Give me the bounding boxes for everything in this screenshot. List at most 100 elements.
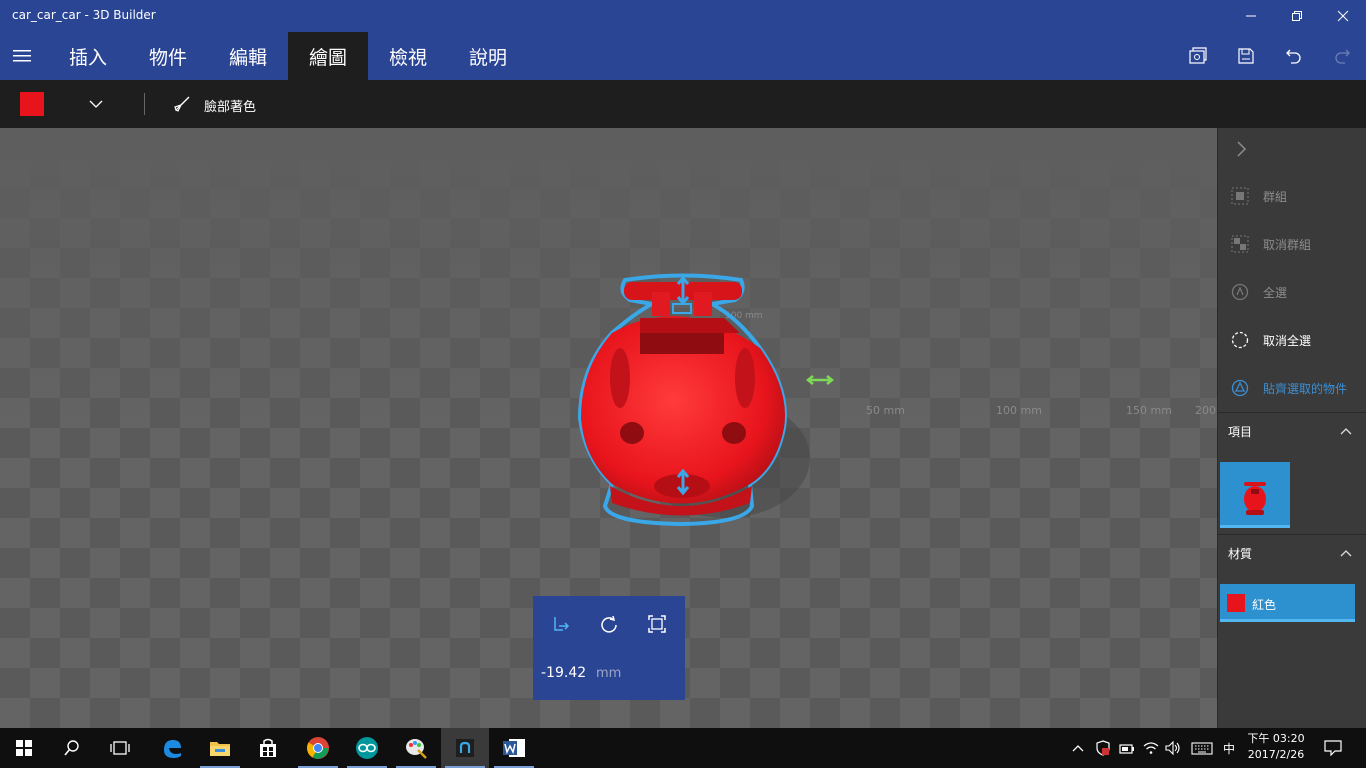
paint-button[interactable] — [392, 728, 440, 768]
face-paint-button[interactable] — [170, 92, 194, 116]
file-explorer-button[interactable] — [196, 728, 244, 768]
window-title: car_car_car - 3D Builder — [12, 8, 156, 22]
restore-button[interactable] — [1274, 0, 1320, 32]
items-section-header[interactable]: 項目 — [1218, 412, 1366, 448]
paint-icon — [406, 739, 427, 759]
close-icon — [1337, 10, 1349, 22]
deselect-all-command[interactable]: 取消全選 — [1218, 320, 1366, 360]
deselect-all-label: 取消全選 — [1263, 334, 1312, 348]
undo-button[interactable] — [1270, 32, 1318, 80]
arduino-button[interactable] — [343, 728, 391, 768]
select-all-icon — [1231, 283, 1249, 301]
snap-selected-label: 貼齊選取的物件 — [1263, 382, 1348, 396]
rotate-icon — [601, 615, 617, 633]
grid-label: 200 mm — [1195, 404, 1217, 417]
cockpit-rim — [640, 318, 740, 333]
side-scoop-left — [610, 348, 630, 408]
material-item-red[interactable]: 紅色 — [1220, 584, 1355, 622]
edge-icon — [164, 740, 181, 758]
collapse-panel-button[interactable] — [1230, 138, 1252, 160]
shield-icon — [1096, 740, 1110, 756]
minimize-button[interactable] — [1228, 0, 1274, 32]
move-value-input[interactable]: -19.42 — [541, 665, 586, 681]
materials-section-header[interactable]: 材質 — [1218, 534, 1366, 570]
title-bar: car_car_car - 3D Builder — [0, 0, 1366, 32]
volume-tray-button[interactable] — [1162, 728, 1184, 768]
defender-tray-button[interactable] — [1092, 728, 1114, 768]
save-button[interactable] — [1222, 32, 1270, 80]
tab-view[interactable]: 檢視 — [368, 32, 448, 80]
show-hidden-icons-button[interactable] — [1068, 728, 1088, 768]
toolbar-divider — [144, 93, 145, 115]
action-center-button[interactable] — [1318, 728, 1348, 768]
transform-panel: -19.42 mm — [533, 596, 685, 700]
ungroup-label: 取消群組 — [1263, 238, 1312, 252]
items-title: 項目 — [1228, 425, 1253, 439]
material-swatch — [1227, 594, 1245, 612]
rotate-button[interactable] — [597, 612, 621, 636]
ime-indicator[interactable]: 中 — [1218, 728, 1240, 768]
store-button[interactable] — [244, 728, 292, 768]
redo-icon — [1335, 49, 1350, 64]
volume-icon — [1165, 741, 1180, 755]
scale-button[interactable] — [645, 612, 669, 636]
close-button[interactable] — [1320, 0, 1366, 32]
store-icon — [260, 738, 276, 757]
edge-button[interactable] — [148, 728, 196, 768]
chevron-up-icon — [1340, 428, 1352, 435]
tab-help[interactable]: 說明 — [448, 32, 528, 80]
snap-icon — [1231, 379, 1249, 397]
move-button[interactable] — [549, 612, 573, 636]
right-panel: 群組 取消群組 全選 取消全選 貼齊選取的物件 項目 材質 紅色 — [1217, 128, 1366, 728]
start-icon — [16, 740, 32, 756]
move-unit-label: mm — [596, 666, 622, 681]
deselect-all-icon — [1231, 331, 1249, 349]
grid-label: 150 mm — [1126, 404, 1172, 417]
task-view-button[interactable] — [96, 728, 144, 768]
notification-icon — [1324, 740, 1342, 756]
3d-builder-icon — [456, 739, 474, 757]
tab-insert[interactable]: 插入 — [48, 32, 128, 80]
ungroup-command[interactable]: 取消群組 — [1218, 224, 1366, 264]
task-view-icon — [110, 741, 130, 755]
3d-builder-button[interactable] — [441, 728, 489, 768]
group-command[interactable]: 群組 — [1218, 176, 1366, 216]
network-tray-button[interactable] — [1140, 728, 1162, 768]
item-thumbnail[interactable] — [1220, 462, 1290, 528]
battery-tray-button[interactable] — [1116, 728, 1138, 768]
chevron-down-icon — [89, 100, 103, 108]
snap-selected-command[interactable]: 貼齊選取的物件 — [1218, 368, 1366, 408]
side-scoop-right — [735, 348, 755, 408]
hole-left — [620, 422, 644, 444]
touch-keyboard-button[interactable] — [1188, 728, 1216, 768]
paint-toolbar: 臉部著色 — [0, 80, 1366, 128]
arduino-icon — [356, 737, 378, 759]
group-icon — [1231, 187, 1249, 205]
face-paint-label: 臉部著色 — [204, 100, 257, 115]
chrome-button[interactable] — [294, 728, 342, 768]
clock-date: 2017/2/26 — [1247, 748, 1305, 761]
wifi-icon — [1143, 742, 1159, 754]
save-icon — [1238, 48, 1254, 64]
tab-paint[interactable]: 繪圖 — [288, 32, 368, 80]
redo-button[interactable] — [1318, 32, 1366, 80]
start-button[interactable] — [0, 728, 48, 768]
tab-edit[interactable]: 編輯 — [208, 32, 288, 80]
search-icon — [64, 740, 79, 756]
chevron-up-icon — [1072, 745, 1084, 752]
hamburger-button[interactable] — [0, 32, 44, 80]
color-swatch[interactable] — [20, 92, 44, 116]
scale-icon — [648, 615, 666, 633]
battery-icon — [1119, 744, 1134, 754]
tab-object[interactable]: 物件 — [128, 32, 208, 80]
clock[interactable]: 下午 03:20 2017/2/26 — [1243, 731, 1309, 763]
grid-label: 50 mm — [866, 404, 905, 417]
car-thumbnail-icon — [1244, 482, 1266, 515]
word-button[interactable] — [490, 728, 538, 768]
search-button[interactable] — [48, 728, 96, 768]
color-dropdown-button[interactable] — [84, 92, 108, 116]
chrome-icon — [307, 737, 329, 759]
select-all-command[interactable]: 全選 — [1218, 272, 1366, 312]
ungroup-icon — [1231, 235, 1249, 253]
3d-view-button[interactable] — [1174, 32, 1222, 80]
